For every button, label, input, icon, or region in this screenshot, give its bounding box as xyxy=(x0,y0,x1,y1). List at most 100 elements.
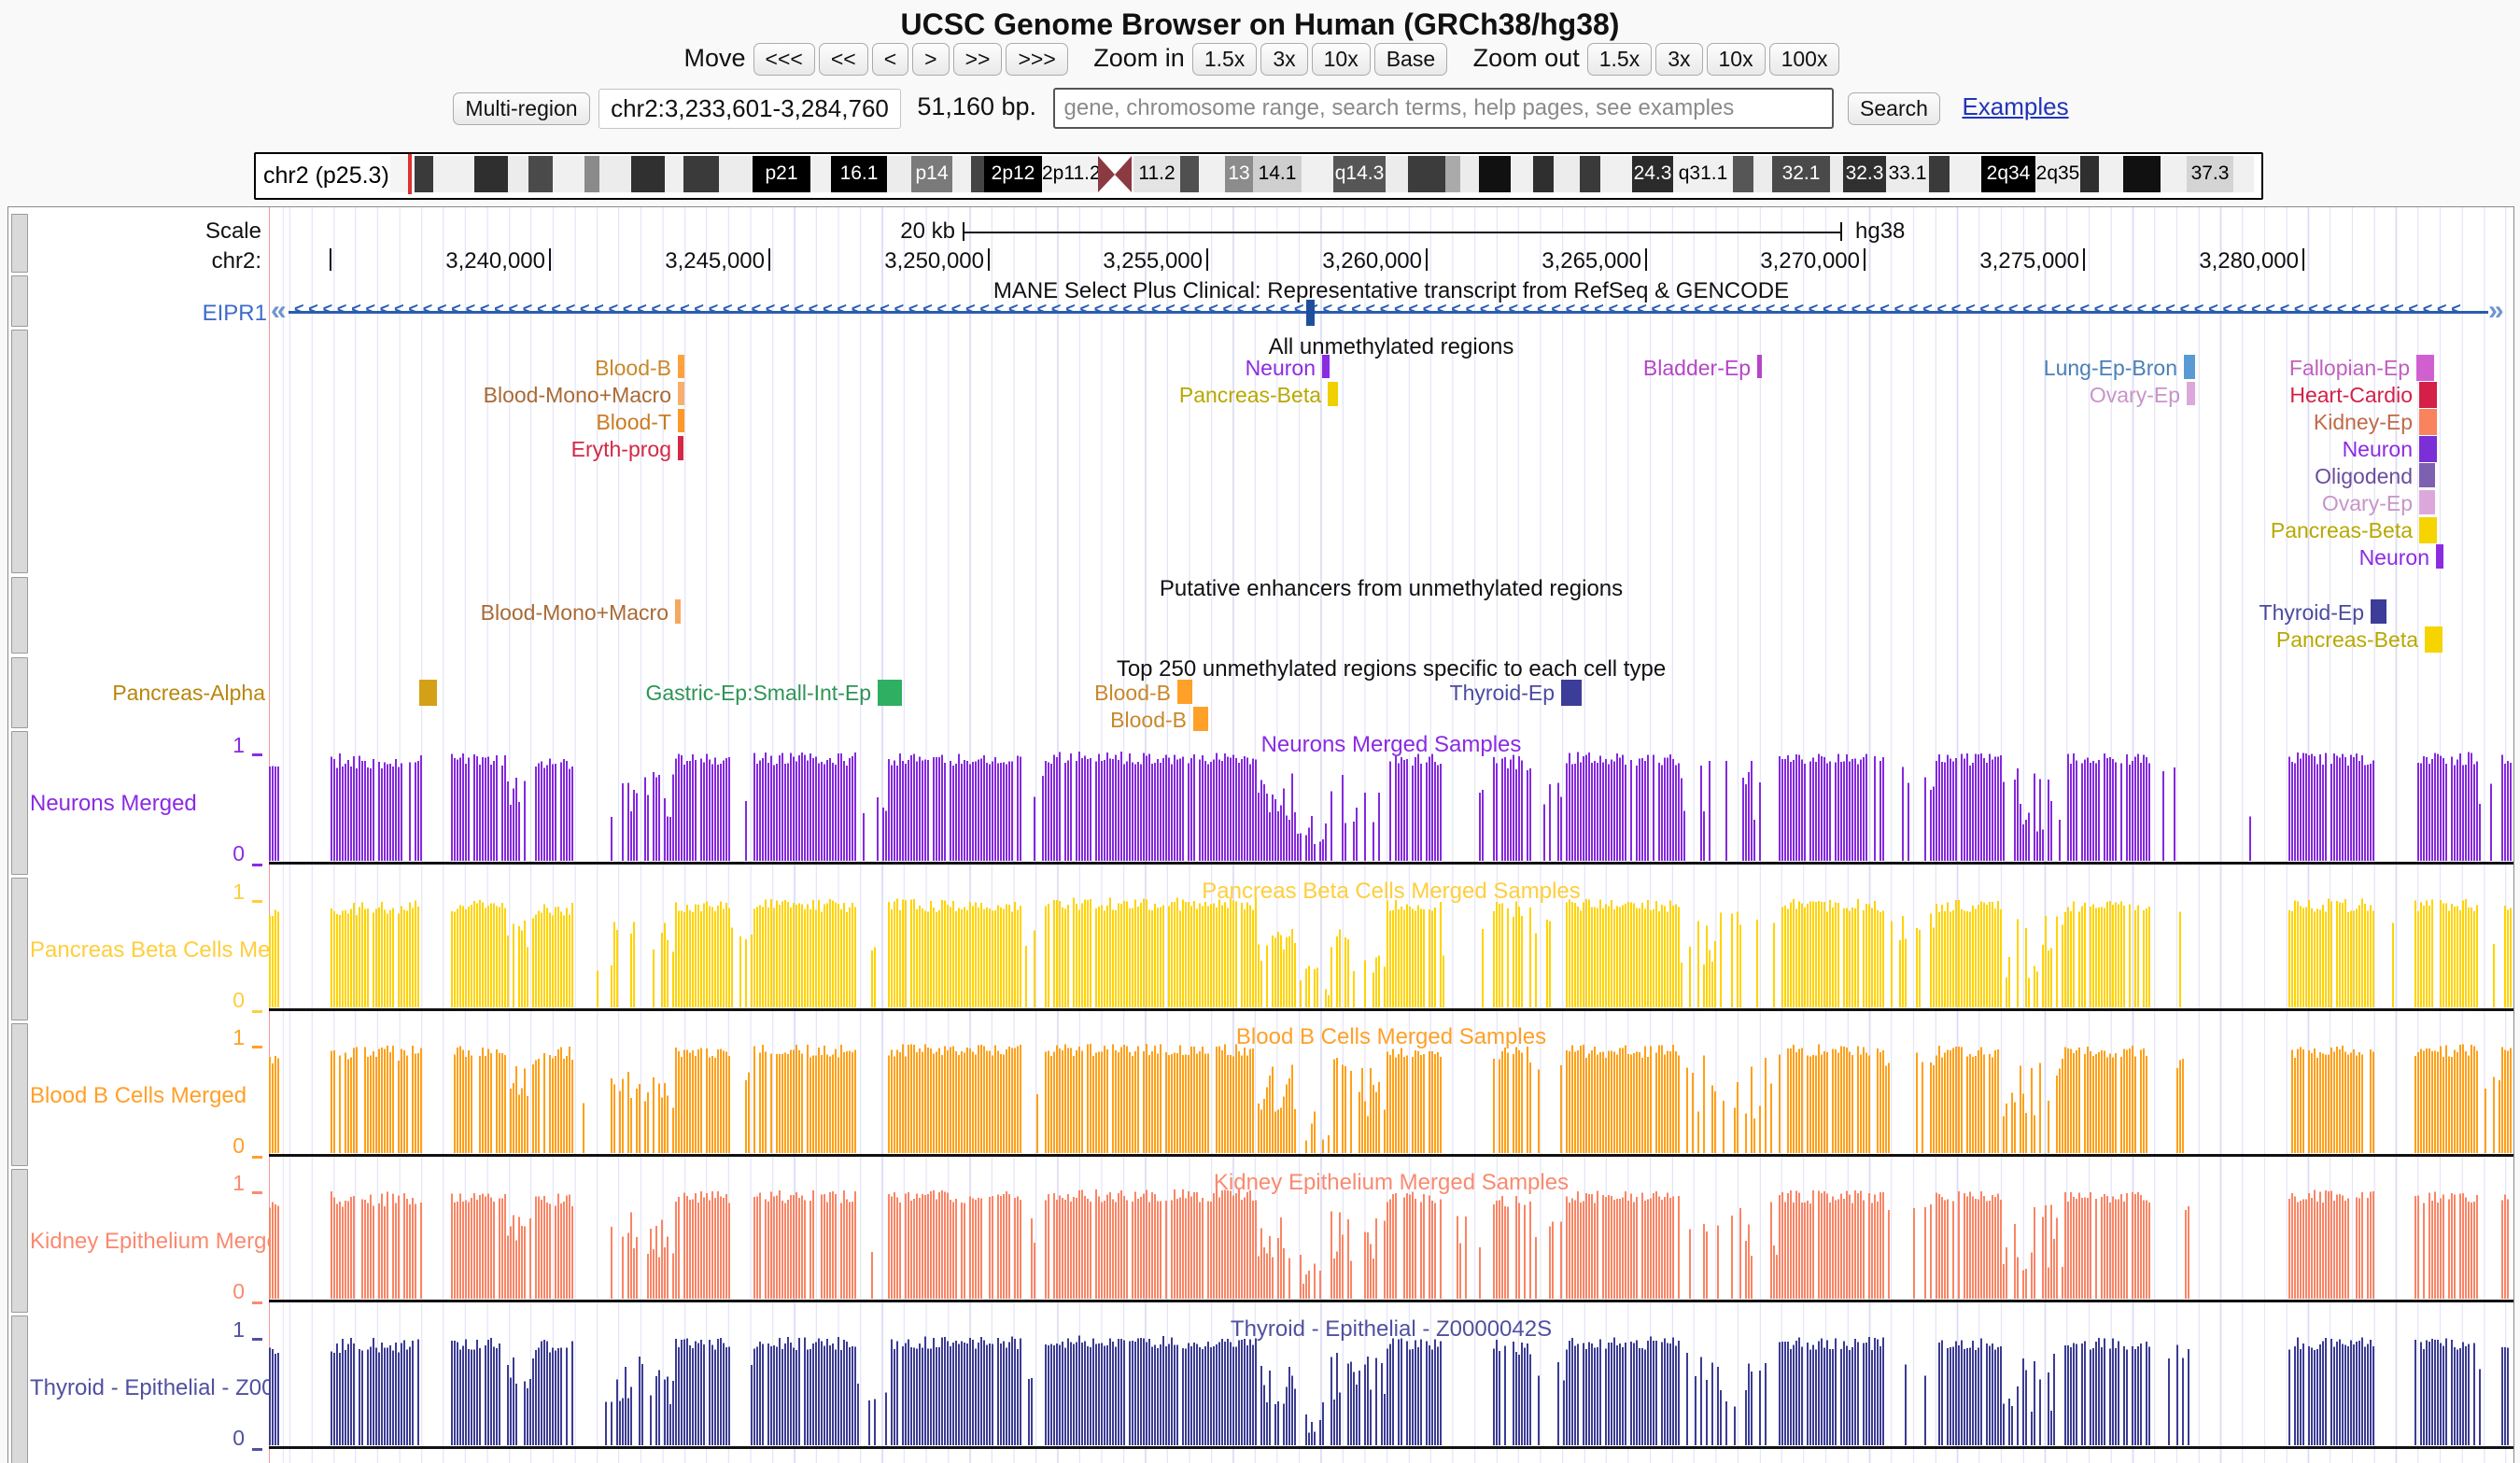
annotation-label-pancreas-alpha[interactable]: Pancreas-Alpha xyxy=(112,681,265,705)
move-button-1[interactable]: << xyxy=(819,43,868,76)
annotation-feature-blood-mono+macro[interactable] xyxy=(675,599,681,624)
zoom-out-button-0[interactable]: 1.5x xyxy=(1587,43,1652,76)
annotation-label-neuron[interactable]: Neuron xyxy=(2343,437,2413,461)
annotation-feature-blood-t[interactable] xyxy=(678,409,684,432)
move-button-2[interactable]: < xyxy=(872,43,908,76)
track-drag-handle-9[interactable] xyxy=(11,1315,28,1463)
signal-bars-0[interactable] xyxy=(269,749,2513,861)
annotation-label-pancreas-beta[interactable]: Pancreas-Beta xyxy=(2276,627,2418,652)
ideogram-band-2p11.2: 2p11.2 xyxy=(1042,156,1100,192)
annotation-label-blood-b[interactable]: Blood-B xyxy=(1094,681,1171,705)
annotation-label-blood-b[interactable]: Blood-B xyxy=(595,356,671,380)
annotation-feature-pancreas-beta[interactable] xyxy=(1328,382,1338,406)
annotation-label-heart-cardio[interactable]: Heart-Cardio xyxy=(2289,383,2413,407)
zoom-in-button-2[interactable]: 10x xyxy=(1312,43,1371,76)
annotation-feature-blood-b[interactable] xyxy=(678,355,684,378)
annotation-label-blood-mono+macro[interactable]: Blood-Mono+Macro xyxy=(481,600,669,625)
annotation-label-ovary-ep[interactable]: Ovary-Ep xyxy=(2090,383,2180,407)
track-drag-handle-6[interactable] xyxy=(11,878,28,1020)
annotation-feature-blood-b[interactable] xyxy=(1193,707,1208,731)
zoom-out-button-3[interactable]: 100x xyxy=(1769,43,1840,76)
signal-bars-2[interactable] xyxy=(269,1041,2513,1153)
annotation-label-fallopian-ep[interactable]: Fallopian-Ep xyxy=(2289,356,2410,380)
annotation-label-thyroid-ep[interactable]: Thyroid-Ep xyxy=(1450,681,1555,705)
search-input[interactable] xyxy=(1053,88,1834,129)
track-drag-handle-5[interactable] xyxy=(11,731,28,875)
gene-exon[interactable] xyxy=(1306,300,1315,326)
move-button-5[interactable]: >>> xyxy=(1006,43,1067,76)
signal-bars-1[interactable] xyxy=(269,895,2513,1007)
track-drag-handle-1[interactable] xyxy=(11,275,28,327)
signal-track-label[interactable]: Thyroid - Epithelial - Z00 xyxy=(30,1375,271,1401)
zoom-in-button-0[interactable]: 1.5x xyxy=(1192,43,1257,76)
annotation-label-gastric-ep:small-int-ep[interactable]: Gastric-Ep:Small-Int-Ep xyxy=(645,681,871,705)
annotation-feature-oligodend[interactable] xyxy=(2419,463,2435,487)
annotation-feature-neuron[interactable] xyxy=(1322,355,1330,378)
track-drag-handle-4[interactable] xyxy=(11,657,28,728)
annotation-feature-neuron[interactable] xyxy=(2436,544,2443,569)
zoom-out-button-1[interactable]: 3x xyxy=(1655,43,1702,76)
track-drag-handle-7[interactable] xyxy=(11,1023,28,1166)
annotation-label-eryth-prog[interactable]: Eryth-prog xyxy=(571,437,671,461)
strand-arrow-icon: < xyxy=(2051,300,2062,319)
annotation-feature-heart-cardio[interactable] xyxy=(2419,382,2437,408)
signal-bars-4[interactable] xyxy=(269,1333,2513,1445)
annotation-feature-thyroid-ep[interactable] xyxy=(1561,680,1582,706)
annotation-label-blood-b[interactable]: Blood-B xyxy=(1110,708,1187,732)
signal-track-label[interactable]: Kidney Epithelium Merge xyxy=(30,1229,271,1255)
annotation-feature-pancreas-alpha[interactable] xyxy=(419,680,437,706)
annotation-label-thyroid-ep[interactable]: Thyroid-Ep xyxy=(2260,600,2364,625)
zoom-in-button-1[interactable]: 3x xyxy=(1260,43,1307,76)
annotation-label-neuron[interactable]: Neuron xyxy=(1246,356,1316,380)
annotation-feature-blood-mono+macro[interactable] xyxy=(678,382,684,405)
annotation-feature-lung-ep-bron[interactable] xyxy=(2184,355,2195,379)
move-button-4[interactable]: >> xyxy=(953,43,1003,76)
annotation-feature-kidney-ep[interactable] xyxy=(2419,409,2437,435)
track-drag-handle-8[interactable] xyxy=(11,1169,28,1313)
annotation-feature-blood-b[interactable] xyxy=(1177,680,1192,704)
search-button[interactable]: Search xyxy=(1848,92,1940,125)
gene-name[interactable]: EIPR1 xyxy=(203,301,267,327)
signal-track-label[interactable]: Blood B Cells Merged xyxy=(30,1083,246,1109)
track-drag-handle-3[interactable] xyxy=(11,577,28,654)
signal-bars-3[interactable] xyxy=(269,1187,2513,1299)
signal-track-label[interactable]: Neurons Merged xyxy=(30,791,197,817)
annotation-feature-gastric-ep:small-int-ep[interactable] xyxy=(878,680,902,706)
annotation-label-blood-mono+macro[interactable]: Blood-Mono+Macro xyxy=(484,383,671,407)
annotation-feature-ovary-ep[interactable] xyxy=(2419,490,2435,514)
annotation-feature-pancreas-beta[interactable] xyxy=(2419,517,2437,543)
zoom-out-button-2[interactable]: 10x xyxy=(1707,43,1766,76)
annotation-label-blood-t[interactable]: Blood-T xyxy=(596,410,671,434)
signal-baseline xyxy=(269,1154,2513,1157)
annotation-label-pancreas-beta[interactable]: Pancreas-Beta xyxy=(1179,383,1321,407)
zoom-in-button-3[interactable]: Base xyxy=(1374,43,1447,76)
annotation-feature-fallopian-ep[interactable] xyxy=(2416,355,2434,381)
annotation-label-lung-ep-bron[interactable]: Lung-Ep-Bron xyxy=(2044,356,2177,380)
coordinate-tick xyxy=(1645,248,1647,271)
annotation-feature-ovary-ep[interactable] xyxy=(2187,382,2195,405)
annotation-label-kidney-ep[interactable]: Kidney-Ep xyxy=(2314,410,2413,434)
position-box[interactable]: chr2:3,233,601-3,284,760 xyxy=(598,89,901,129)
annotation-label-neuron[interactable]: Neuron xyxy=(2359,545,2429,570)
annotation-feature-pancreas-beta[interactable] xyxy=(2425,626,2443,653)
annotation-label-oligodend[interactable]: Oligodend xyxy=(2315,464,2413,488)
examples-link[interactable]: Examples xyxy=(1962,92,2068,120)
annotation-feature-eryth-prog[interactable] xyxy=(678,436,683,460)
tracks-panel[interactable]: Scale20 kbhg38chr2:3,240,0003,245,0003,2… xyxy=(7,206,2514,1463)
strand-arrow-icon: < xyxy=(2223,300,2233,319)
ideogram-band-32.1: 32.1 xyxy=(1772,156,1830,192)
strand-arrow-icon: < xyxy=(1994,300,2005,319)
annotation-feature-neuron[interactable] xyxy=(2419,436,2437,462)
annotation-label-pancreas-beta[interactable]: Pancreas-Beta xyxy=(2271,518,2413,542)
annotation-feature-bladder-ep[interactable] xyxy=(1757,355,1762,378)
track-drag-handle-2[interactable] xyxy=(11,330,28,573)
annotation-feature-thyroid-ep[interactable] xyxy=(2371,599,2386,624)
multi-region-button[interactable]: Multi-region xyxy=(453,92,589,125)
annotation-label-bladder-ep[interactable]: Bladder-Ep xyxy=(1643,356,1751,380)
track-drag-handle-0[interactable] xyxy=(11,214,28,273)
move-button-0[interactable]: <<< xyxy=(753,43,815,76)
signal-track-label[interactable]: Pancreas Beta Cells Me xyxy=(30,937,270,964)
move-button-3[interactable]: > xyxy=(912,43,949,76)
chromosome-ideogram[interactable]: chr2 (p25.3) p2116.1p142p122p11.211.2131… xyxy=(254,152,2263,200)
annotation-label-ovary-ep[interactable]: Ovary-Ep xyxy=(2322,491,2413,515)
